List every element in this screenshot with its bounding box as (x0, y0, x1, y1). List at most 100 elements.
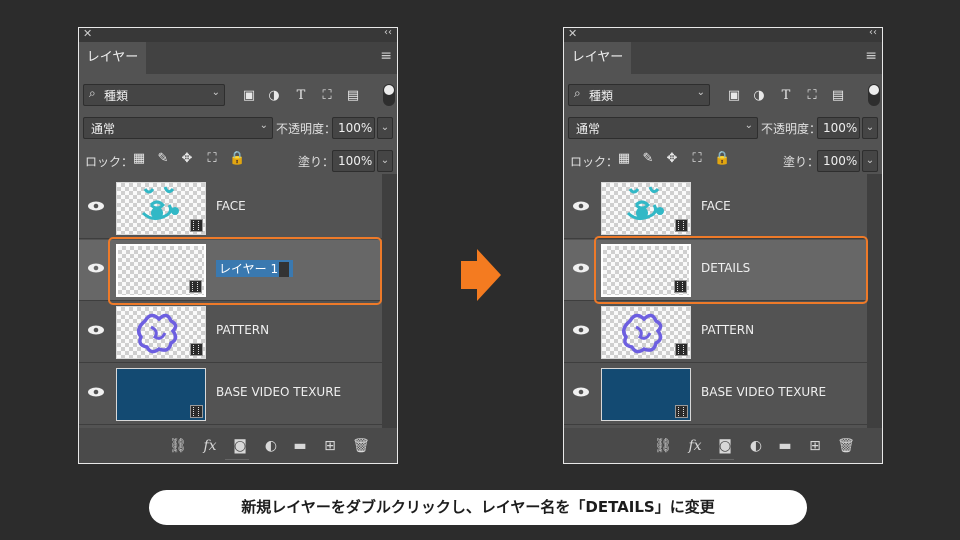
layer-row-base-video-texure[interactable]: BASE VIDEO TEXURE (79, 364, 382, 425)
blend-mode-select[interactable]: 通常 ⌄ (568, 117, 758, 139)
layer-row-face[interactable]: FACE (564, 178, 867, 239)
eye-icon[interactable] (570, 198, 592, 214)
opacity-input[interactable]: 100% (332, 117, 375, 139)
fill-chevron-icon[interactable]: ⌄ (862, 150, 878, 172)
eye-icon[interactable] (570, 322, 592, 338)
trash-icon[interactable]: 🗑 (837, 438, 855, 454)
panel-tab-row: レイヤー ≡ (564, 42, 882, 74)
lock-move-icon[interactable]: ✥ (179, 151, 195, 166)
right-arrow-icon (461, 249, 501, 301)
lock-label: ロック： (570, 155, 619, 169)
video-layer-icon (190, 405, 203, 418)
layer-thumbnail (601, 182, 691, 235)
link-icon[interactable]: ⛓ (654, 438, 672, 454)
highlight-box-right (594, 236, 868, 304)
filter-kind-label: 種類 (589, 89, 614, 103)
filter-adjustment-icon[interactable]: ◑ (751, 88, 767, 104)
fill-input[interactable]: 100% (332, 150, 375, 172)
layer-row-face[interactable]: FACE (79, 178, 382, 239)
blend-mode-select[interactable]: 通常 ⌄ (83, 117, 273, 139)
lock-move-icon[interactable]: ✥ (664, 151, 680, 166)
lock-paint-icon[interactable]: ✎ (640, 151, 656, 166)
opacity-input[interactable]: 100% (817, 117, 860, 139)
adjustment-icon[interactable]: ◐ (747, 438, 765, 454)
filter-shape-icon[interactable]: ⛶ (804, 88, 820, 104)
trash-icon[interactable]: 🗑 (352, 438, 370, 454)
panel-tab-row: レイヤー ≡ (79, 42, 397, 74)
fill-input[interactable]: 100% (817, 150, 860, 172)
opacity-label: 不透明度： (276, 122, 337, 136)
folder-icon[interactable]: ▬ (291, 438, 309, 454)
search-icon: ⌕ (89, 86, 96, 100)
fill-label: 塗り： (783, 155, 820, 169)
folder-icon[interactable]: ▬ (776, 438, 794, 454)
eye-icon[interactable] (85, 384, 107, 400)
lock-all-icon[interactable]: 🔒 (714, 151, 730, 166)
layer-thumbnail (116, 368, 206, 421)
fx-icon[interactable]: fx (686, 438, 704, 454)
layer-thumbnail (116, 306, 206, 359)
new-layer-icon[interactable]: ⊞ (321, 438, 339, 454)
eye-icon[interactable] (570, 260, 592, 276)
tab-layers[interactable]: レイヤー (564, 42, 631, 74)
blend-mode-value: 通常 (91, 122, 116, 136)
filter-pixel-icon[interactable]: ▣ (726, 88, 742, 104)
panel-titlebar: ✕ ‹‹ (564, 28, 882, 42)
mask-icon[interactable]: ◙ (231, 438, 249, 454)
filter-adjustment-icon[interactable]: ◑ (266, 88, 282, 104)
layer-thumbnail (601, 368, 691, 421)
layer-list-scrollbar[interactable] (382, 174, 397, 428)
collapse-icon[interactable]: ‹‹ (384, 28, 392, 38)
filter-kind-select[interactable]: ⌕ 種類 ⌄ (568, 84, 710, 106)
chevron-down-icon: ⌄ (259, 120, 268, 131)
layer-thumbnail (601, 306, 691, 359)
layer-row-pattern[interactable]: PATTERN (564, 302, 867, 363)
opacity-chevron-icon[interactable]: ⌄ (862, 117, 878, 139)
lock-label: ロック： (85, 155, 134, 169)
filter-type-icon[interactable]: T (778, 88, 794, 104)
lock-transparency-icon[interactable]: ▦ (616, 151, 632, 166)
filter-toggle[interactable] (868, 84, 880, 106)
filter-toggle[interactable] (383, 84, 395, 106)
layer-list-scrollbar[interactable] (867, 174, 882, 428)
lock-all-icon[interactable]: 🔒 (229, 151, 245, 166)
filter-smart-object-icon[interactable]: ▤ (345, 88, 361, 104)
lock-paint-icon[interactable]: ✎ (155, 151, 171, 166)
layer-name: BASE VIDEO TEXURE (216, 385, 342, 399)
filter-type-icon[interactable]: T (293, 88, 309, 104)
chevron-down-icon: ⌄ (211, 87, 220, 98)
filter-smart-object-icon[interactable]: ▤ (830, 88, 846, 104)
eye-icon[interactable] (85, 260, 107, 276)
adjustment-icon[interactable]: ◐ (262, 438, 280, 454)
fx-icon[interactable]: fx (201, 438, 219, 454)
eye-icon[interactable] (570, 384, 592, 400)
lock-artboard-icon[interactable]: ⛶ (689, 151, 705, 166)
eye-icon[interactable] (85, 198, 107, 214)
filter-kind-select[interactable]: ⌕ 種類 ⌄ (83, 84, 225, 106)
video-layer-icon (675, 219, 688, 232)
filter-shape-icon[interactable]: ⛶ (319, 88, 335, 104)
tab-layers[interactable]: レイヤー (79, 42, 146, 74)
resize-grip[interactable] (710, 459, 734, 463)
fill-chevron-icon[interactable]: ⌄ (377, 150, 393, 172)
filter-pixel-icon[interactable]: ▣ (241, 88, 257, 104)
layer-thumbnail (116, 182, 206, 235)
opacity-chevron-icon[interactable]: ⌄ (377, 117, 393, 139)
lock-transparency-icon[interactable]: ▦ (131, 151, 147, 166)
resize-grip[interactable] (225, 459, 249, 463)
layer-name: PATTERN (216, 323, 270, 337)
panel-menu-icon[interactable]: ≡ (380, 48, 392, 64)
layer-row-base-video-texure[interactable]: BASE VIDEO TEXURE (564, 364, 867, 425)
mask-icon[interactable]: ◙ (716, 438, 734, 454)
panel-menu-icon[interactable]: ≡ (865, 48, 877, 64)
link-icon[interactable]: ⛓ (169, 438, 187, 454)
chevron-down-icon: ⌄ (744, 120, 753, 131)
close-icon[interactable]: ✕ (568, 28, 577, 40)
collapse-icon[interactable]: ‹‹ (869, 28, 877, 38)
layer-row-pattern[interactable]: PATTERN (79, 302, 382, 363)
eye-icon[interactable] (85, 322, 107, 338)
new-layer-icon[interactable]: ⊞ (806, 438, 824, 454)
close-icon[interactable]: ✕ (83, 28, 92, 40)
video-layer-icon (675, 405, 688, 418)
lock-artboard-icon[interactable]: ⛶ (204, 151, 220, 166)
